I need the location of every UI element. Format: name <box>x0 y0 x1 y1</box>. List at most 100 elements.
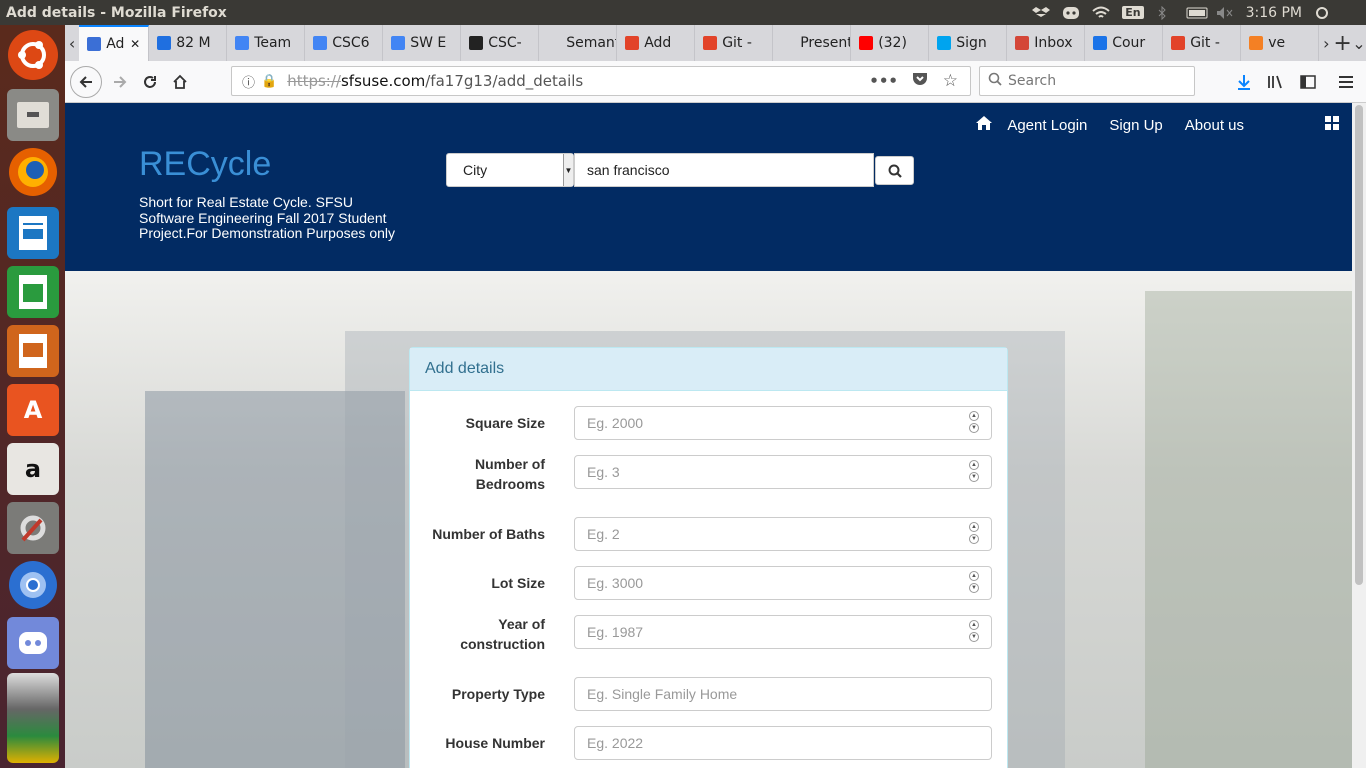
number-stepper[interactable]: ▲ ▼ <box>969 460 979 484</box>
search-field[interactable]: Search <box>979 66 1195 96</box>
bookmark-star-icon[interactable]: ☆ <box>943 71 958 91</box>
stepper-up-icon[interactable]: ▲ <box>969 571 979 581</box>
calc-icon[interactable] <box>7 266 59 318</box>
tab-strip: ‹ Ad ✕ 82 M Team CSC6 SW E CSC- Semanti Add Git -… <box>65 25 1366 61</box>
forward-arrow-icon[interactable] <box>105 67 135 97</box>
tab-close-icon[interactable]: ✕ <box>130 37 140 51</box>
sign-up-link[interactable]: Sign Up <box>1109 117 1162 134</box>
power-gear-icon[interactable] <box>1314 6 1332 20</box>
ubuntu-icon[interactable] <box>8 30 58 80</box>
field-placeholder: Eg. 2 <box>587 526 620 542</box>
pocket-icon[interactable] <box>912 72 928 90</box>
browser-tab[interactable]: ve <box>1241 25 1320 61</box>
search-type-value: City <box>463 162 488 178</box>
browser-tab[interactable]: Team <box>227 25 306 61</box>
sidebar-icon[interactable] <box>1293 67 1323 97</box>
brand-logo[interactable]: RECycle <box>139 145 271 184</box>
browser-tab[interactable]: Ad ✕ <box>79 25 150 61</box>
field-input[interactable]: Eg. 2022 <box>574 726 992 760</box>
library-icon[interactable] <box>1261 67 1291 97</box>
field-label: Number of Baths <box>432 526 545 542</box>
number-stepper[interactable]: ▲ ▼ <box>969 411 979 435</box>
software-center-icon[interactable]: A <box>7 384 59 436</box>
scrollbar-thumb[interactable] <box>1355 105 1363 585</box>
stacked-apps-icon[interactable] <box>7 673 59 763</box>
files-icon[interactable] <box>7 89 59 141</box>
new-tab-icon[interactable]: + <box>1333 25 1351 61</box>
tab-scroll-left-icon[interactable]: ‹ <box>65 25 79 61</box>
field-input[interactable]: Eg. 3 ▲ ▼ <box>574 455 992 489</box>
number-stepper[interactable]: ▲ ▼ <box>969 620 979 644</box>
browser-tab[interactable]: (32) <box>851 25 930 61</box>
about-us-link[interactable]: About us <box>1185 117 1244 134</box>
city-search-input[interactable]: san francisco <box>574 153 874 187</box>
url-bar[interactable]: ⓘ 🔒 https:// sfsuse.com /fa17g13/add_det… <box>231 66 971 96</box>
browser-tab[interactable]: Inbox <box>1007 25 1086 61</box>
download-icon[interactable] <box>1229 67 1259 97</box>
number-stepper[interactable]: ▲ ▼ <box>969 571 979 595</box>
search-submit-button[interactable] <box>875 156 914 185</box>
discord-tray-icon[interactable] <box>1062 6 1080 20</box>
tab-label: 82 M <box>176 35 211 51</box>
writer-icon[interactable] <box>7 207 59 259</box>
browser-tab[interactable]: SW E <box>383 25 462 61</box>
stepper-down-icon[interactable]: ▼ <box>969 423 979 433</box>
back-arrow-icon[interactable] <box>70 65 102 98</box>
home-nav-icon[interactable] <box>975 115 993 135</box>
stepper-up-icon[interactable]: ▲ <box>969 620 979 630</box>
amazon-icon[interactable]: a <box>7 443 59 495</box>
field-placeholder: Eg. Single Family Home <box>587 686 738 702</box>
stepper-up-icon[interactable]: ▲ <box>969 522 979 532</box>
home-icon[interactable] <box>165 67 195 97</box>
stepper-up-icon[interactable]: ▲ <box>969 411 979 421</box>
field-input[interactable]: Eg. 1987 ▲ ▼ <box>574 615 992 649</box>
tab-label: Sign <box>956 35 987 51</box>
discord-icon[interactable] <box>7 617 59 669</box>
impress-icon[interactable] <box>7 325 59 377</box>
stepper-down-icon[interactable]: ▼ <box>969 472 979 482</box>
browser-tab[interactable]: Cour <box>1085 25 1164 61</box>
field-input[interactable]: Eg. 2000 ▲ ▼ <box>574 406 992 440</box>
menu-hamburger-icon[interactable] <box>1331 67 1361 97</box>
wifi-icon[interactable] <box>1092 6 1110 20</box>
browser-tab[interactable]: CSC- <box>461 25 540 61</box>
volume-muted-icon[interactable] <box>1216 6 1234 20</box>
stepper-down-icon[interactable]: ▼ <box>969 583 979 593</box>
settings-icon[interactable] <box>7 502 59 554</box>
browser-tab[interactable]: Add <box>617 25 696 61</box>
stepper-down-icon[interactable]: ▼ <box>969 632 979 642</box>
tab-overflow-icon[interactable]: ⌄ <box>1352 25 1366 61</box>
stepper-up-icon[interactable]: ▲ <box>969 460 979 470</box>
tab-favicon-icon <box>781 36 796 50</box>
agent-login-link[interactable]: Agent Login <box>1007 117 1087 134</box>
field-input[interactable]: Eg. Single Family Home <box>574 677 992 711</box>
browser-tab[interactable]: CSC6 <box>305 25 384 61</box>
dropbox-icon[interactable] <box>1032 6 1051 20</box>
browser-tab[interactable]: Present <box>773 25 852 61</box>
number-stepper[interactable]: ▲ ▼ <box>969 522 979 546</box>
browser-tab[interactable]: Git - <box>1163 25 1242 61</box>
page-actions-icon[interactable]: ••• <box>869 72 898 90</box>
site-info-icon[interactable]: ⓘ <box>242 72 255 91</box>
keyboard-language-badge[interactable]: En <box>1122 6 1144 19</box>
clock[interactable]: 3:16 PM <box>1246 5 1302 21</box>
chevron-down-icon: ▼ <box>563 154 573 186</box>
bluetooth-icon[interactable] <box>1156 5 1174 20</box>
field-input[interactable]: Eg. 2 ▲ ▼ <box>574 517 992 551</box>
stepper-down-icon[interactable]: ▼ <box>969 534 979 544</box>
browser-tab[interactable]: Sign <box>929 25 1008 61</box>
chromium-icon[interactable] <box>9 561 57 609</box>
search-icon <box>888 164 902 178</box>
insecure-lock-icon[interactable]: 🔒 <box>261 74 277 89</box>
browser-tab[interactable]: Semanti <box>539 25 618 61</box>
firefox-icon[interactable] <box>9 148 57 196</box>
field-input[interactable]: Eg. 3000 ▲ ▼ <box>574 566 992 600</box>
reload-icon[interactable] <box>135 67 165 97</box>
grid-menu-icon[interactable] <box>1324 115 1340 135</box>
browser-tab[interactable]: Git - <box>695 25 774 61</box>
battery-icon[interactable] <box>1186 6 1208 20</box>
search-type-select[interactable]: City ▼ <box>446 153 574 187</box>
page-scrollbar[interactable] <box>1352 103 1366 768</box>
tab-scroll-right-icon[interactable]: › <box>1319 25 1333 61</box>
browser-tab[interactable]: 82 M <box>149 25 228 61</box>
